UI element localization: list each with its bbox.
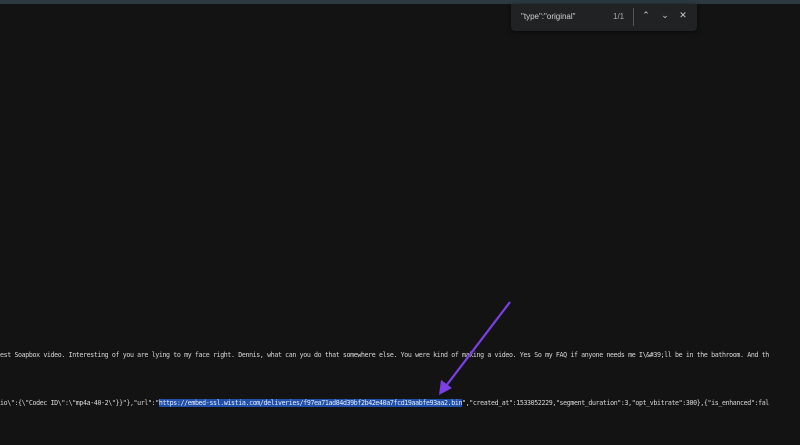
- arrow-shaft: [445, 301, 511, 387]
- annotation-arrow: [439, 301, 511, 395]
